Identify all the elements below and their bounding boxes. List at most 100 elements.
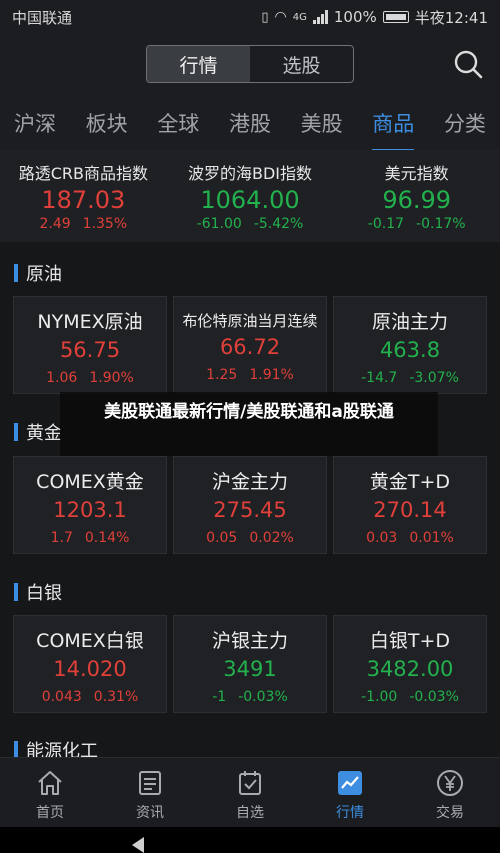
quote-name: 白银T+D: [369, 630, 451, 652]
signal-icon: [312, 10, 328, 24]
index-change: -61.00: [196, 216, 242, 232]
quote-pct: 0.02%: [249, 530, 294, 546]
battery-percent: 100%: [333, 8, 377, 26]
index-value: 96.99: [382, 186, 452, 214]
quote-value: 1203.1: [53, 498, 127, 522]
index-pct: -0.17%: [416, 216, 466, 232]
quote-pct: -0.03%: [238, 689, 288, 705]
index-name: 美元指数: [384, 164, 449, 183]
index-summary: 路透CRB商品指数 187.03 2.49 1.35% 波罗的海BDI指数 106…: [0, 150, 500, 242]
index-pct: 1.35%: [82, 216, 128, 232]
quote-change: -14.7: [361, 370, 398, 386]
quote-card-shanghai-silver[interactable]: 沪银主力 3491 -1 -0.03%: [173, 615, 327, 713]
tab-commodities[interactable]: 商品: [370, 100, 416, 152]
quote-pct: 0.31%: [93, 689, 139, 705]
nav-label: 行情: [336, 805, 364, 821]
yen-trade-icon: [437, 770, 463, 796]
quote-name: COMEX黄金: [36, 471, 144, 493]
nav-label: 自选: [236, 805, 264, 821]
tab-us-stocks[interactable]: 美股: [299, 100, 345, 146]
index-usd[interactable]: 美元指数 96.99 -0.17 -0.17%: [333, 150, 500, 242]
market-chart-icon: [338, 771, 362, 795]
quote-pct: 1.90%: [89, 370, 134, 386]
back-icon[interactable]: [132, 837, 144, 853]
tab-global[interactable]: 全球: [155, 100, 201, 146]
nav-label: 首页: [36, 805, 64, 821]
quote-card-comex-silver[interactable]: COMEX白银 14.020 0.043 0.31%: [13, 615, 167, 713]
status-bar: 中国联通 ▯ ◠ 4G 100% 半夜12:41: [0, 0, 500, 34]
quote-change: -1: [212, 689, 227, 705]
segment-control: 行情 选股: [146, 45, 354, 83]
quote-value: 56.75: [59, 338, 121, 362]
overlay-banner: 美股联通最新行情/美股联通和a股联通: [60, 392, 438, 456]
carrier-label: 中国联通: [12, 8, 73, 27]
tab-categories[interactable]: 分类: [442, 100, 488, 146]
index-change: 2.49: [39, 216, 71, 232]
index-crb[interactable]: 路透CRB商品指数 187.03 2.49 1.35%: [0, 150, 167, 242]
quote-pct: -0.03%: [409, 689, 459, 705]
section-title-silver: 白银: [14, 579, 62, 605]
quote-pct: 0.01%: [409, 530, 454, 546]
nav-home[interactable]: 首页: [0, 758, 100, 827]
bottom-nav: 首页 资讯 自选 行情 交易: [0, 757, 500, 827]
quote-name: 沪银主力: [211, 630, 288, 652]
nav-watchlist[interactable]: 自选: [200, 758, 300, 827]
quote-value: 14.020: [53, 657, 127, 681]
index-name: 路透CRB商品指数: [18, 164, 148, 183]
quote-change: 0.05: [206, 530, 238, 546]
quote-pct: 0.14%: [84, 530, 130, 546]
quote-name: NYMEX原油: [37, 311, 143, 333]
network-type: 4G: [292, 11, 307, 23]
segment-market[interactable]: 行情: [147, 46, 250, 82]
quote-card-silver-td[interactable]: 白银T+D 3482.00 -1.00 -0.03%: [333, 615, 487, 713]
wifi-icon: ◠: [274, 9, 287, 25]
quote-card-comex-gold[interactable]: COMEX黄金 1203.1 1.7 0.14%: [13, 456, 167, 554]
nav-label: 交易: [436, 805, 464, 821]
system-nav-bar: [0, 827, 500, 853]
top-header: 行情 选股: [0, 34, 500, 96]
quote-value: 270.14: [373, 498, 447, 522]
section-title-gold: 黄金: [14, 419, 62, 445]
quote-name: 沪金主力: [211, 471, 288, 493]
quote-change: 1.7: [50, 530, 73, 546]
quote-value: 66.72: [219, 335, 281, 359]
segment-stock-picker[interactable]: 选股: [250, 46, 353, 82]
quote-change: 0.03: [366, 530, 398, 546]
nav-news[interactable]: 资讯: [100, 758, 200, 827]
tab-hk-stocks[interactable]: 港股: [227, 100, 273, 146]
quote-pct: -3.07%: [409, 370, 459, 386]
search-icon[interactable]: [452, 48, 484, 80]
watchlist-icon: [239, 771, 261, 795]
status-time: 半夜12:41: [414, 8, 488, 27]
battery-icon: [382, 11, 409, 23]
quote-name: 黄金T+D: [369, 471, 451, 493]
quote-name: 布伦特原油当月连续: [182, 312, 318, 330]
news-icon: [139, 771, 161, 795]
index-value: 1064.00: [200, 186, 300, 214]
nav-market[interactable]: 行情: [300, 758, 400, 827]
quote-change: 1.06: [46, 370, 78, 386]
quote-value: 3491: [223, 657, 277, 681]
quote-name: 原油主力: [371, 311, 448, 333]
home-icon: [38, 771, 62, 795]
index-change: -0.17: [367, 216, 405, 232]
nav-trade[interactable]: 交易: [400, 758, 500, 827]
crude-oil-cards: NYMEX原油 56.75 1.06 1.90% 布伦特原油当月连续 66.72 …: [13, 296, 487, 394]
market-tabs: 沪深 板块 全球 港股 美股 商品 分类: [0, 96, 500, 152]
quote-card-crude-main[interactable]: 原油主力 463.8 -14.7 -3.07%: [333, 296, 487, 394]
tab-sectors[interactable]: 板块: [84, 100, 130, 146]
quote-change: -1.00: [361, 689, 398, 705]
quote-value: 275.45: [213, 498, 287, 522]
index-name: 波罗的海BDI指数: [187, 164, 313, 183]
section-title-crude-oil: 原油: [14, 260, 62, 286]
quote-card-gold-td[interactable]: 黄金T+D 270.14 0.03 0.01%: [333, 456, 487, 554]
quote-card-shanghai-gold[interactable]: 沪金主力 275.45 0.05 0.02%: [173, 456, 327, 554]
quote-card-brent-crude[interactable]: 布伦特原油当月连续 66.72 1.25 1.91%: [173, 296, 327, 394]
tab-shanghai-shenzhen[interactable]: 沪深: [12, 100, 58, 146]
index-value: 187.03: [41, 186, 126, 214]
quote-change: 0.043: [41, 689, 82, 705]
quote-card-nymex-crude[interactable]: NYMEX原油 56.75 1.06 1.90%: [13, 296, 167, 394]
index-bdi[interactable]: 波罗的海BDI指数 1064.00 -61.00 -5.42%: [167, 150, 334, 242]
gold-cards: COMEX黄金 1203.1 1.7 0.14% 沪金主力 275.45 0.05…: [13, 456, 487, 554]
vibrate-icon: ▯: [261, 9, 269, 25]
